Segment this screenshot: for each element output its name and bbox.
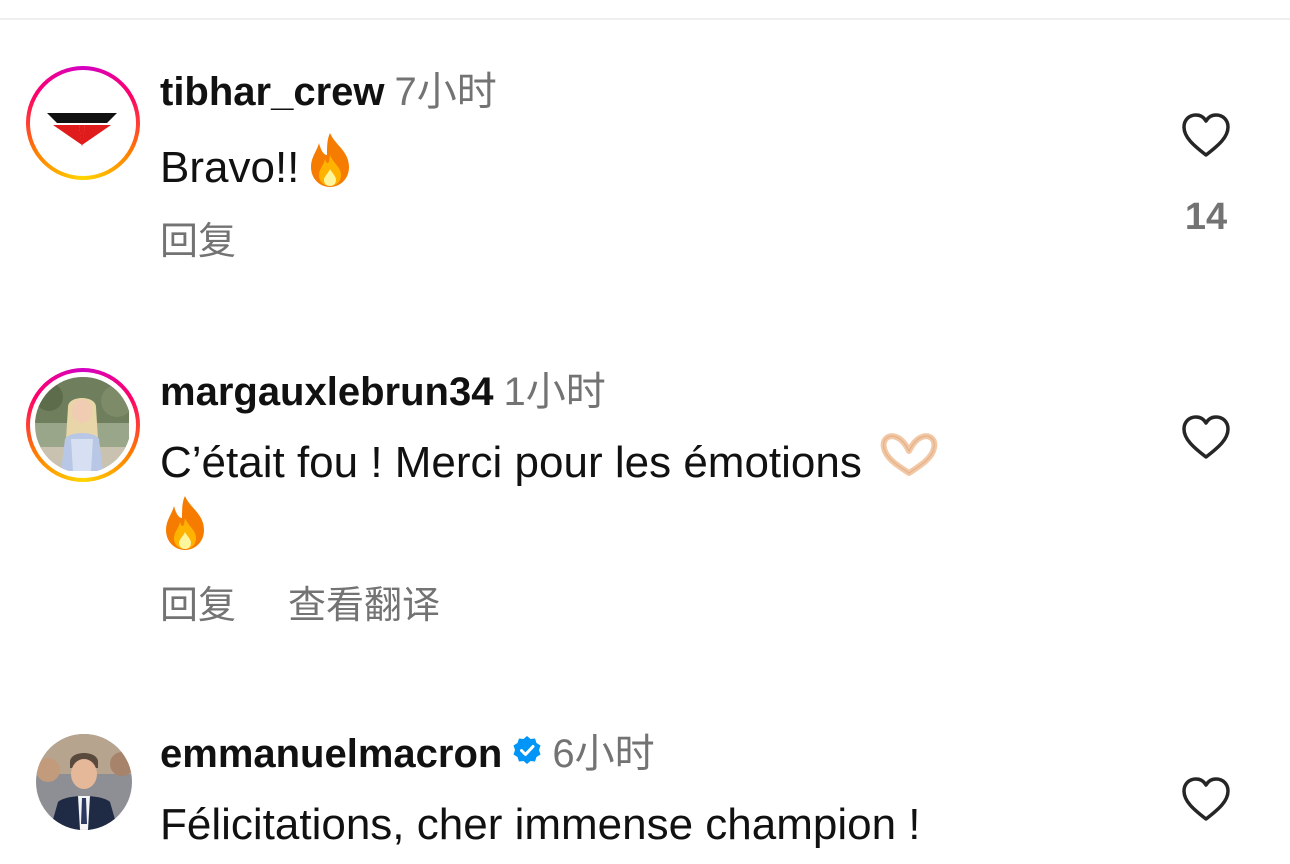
- comment-time: 1小时: [503, 370, 606, 414]
- verified-badge-icon: [512, 728, 542, 776]
- comment-text: C’était fou ! Merci pour les émotions: [160, 438, 862, 487]
- top-divider: [0, 18, 1290, 20]
- comment-time: 6小时: [552, 732, 655, 776]
- user-photo: [35, 377, 131, 473]
- comment-time: 7小时: [394, 70, 497, 114]
- fire-emoji: [305, 131, 355, 204]
- fire-emoji: [160, 494, 210, 567]
- comment-text: Bravo!!: [160, 143, 300, 193]
- comment-actions: 回复 查看翻译: [160, 584, 492, 628]
- comment-text: Félicitations, cher immense champion !: [160, 800, 921, 849]
- comment-text-line: C’était fou ! Merci pour les émotions: [160, 431, 940, 496]
- comment-username[interactable]: margauxlebrun34: [160, 370, 493, 414]
- user-photo[interactable]: [36, 734, 132, 830]
- heart-outline-icon[interactable]: [1181, 112, 1231, 158]
- heart-hands-emoji: [878, 431, 940, 492]
- like-count[interactable]: 14: [1166, 196, 1246, 239]
- avatar-story-ring[interactable]: [26, 368, 140, 482]
- comment-username[interactable]: emmanuelmacron: [160, 732, 502, 776]
- reply-button[interactable]: 回复: [160, 585, 236, 627]
- comment-username[interactable]: tibhar_crew: [160, 70, 385, 114]
- comment-text-line: Bravo!!: [160, 131, 355, 207]
- comment-header: emmanuelmacron 6小时: [160, 730, 655, 780]
- comment-header: margauxlebrun34 1小时: [160, 368, 606, 416]
- see-translation-button[interactable]: 查看翻译: [288, 585, 440, 627]
- avatar-story-ring[interactable]: [26, 66, 140, 180]
- tibhar-logo-icon: [35, 75, 131, 171]
- heart-outline-icon[interactable]: [1181, 414, 1231, 460]
- comment-actions: 回复: [160, 220, 288, 264]
- heart-outline-icon[interactable]: [1181, 776, 1231, 822]
- reply-button[interactable]: 回复: [160, 221, 236, 263]
- comment-text-line-2: [160, 494, 210, 567]
- comment-header: tibhar_crew 7小时: [160, 68, 497, 116]
- comment-text-line: Félicitations, cher immense champion !: [160, 796, 921, 854]
